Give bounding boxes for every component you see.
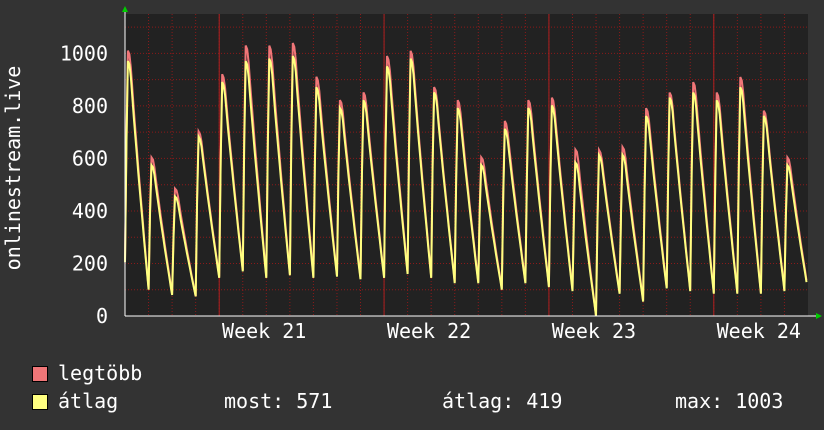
y-axis-arrow — [122, 6, 128, 12]
stat-now: most: 571 — [224, 389, 333, 413]
legend-swatch-max — [32, 366, 48, 382]
y-tick-label: 1000 — [60, 41, 108, 65]
x-tick-label: Week 24 — [717, 319, 801, 343]
x-tick-label: Week 22 — [387, 319, 471, 343]
legend-label-max: legtöbb — [58, 361, 143, 385]
y-tick-label: 400 — [72, 199, 108, 223]
x-axis-arrow — [816, 313, 822, 319]
y-ticks: 0 200 400 600 800 1000 — [60, 41, 108, 328]
legend-label-avg: átlag — [58, 389, 119, 413]
x-tick-label: Week 23 — [552, 319, 636, 343]
y-axis-label: onlinestream.live — [1, 66, 25, 271]
stat-max: max: 1003 — [675, 389, 784, 413]
x-tick-label: Week 21 — [222, 319, 306, 343]
chart: 02004006008001000 Week 21 Week 22 Week 23 W… — [1, 6, 822, 343]
x-ticks: Week 21 Week 22 Week 23 Week 24 — [222, 319, 801, 343]
y-tick-label: 200 — [72, 251, 108, 275]
y-tick-label: 600 — [72, 146, 108, 170]
y-tick-label: 0 — [96, 304, 108, 328]
legend-swatch-avg — [32, 394, 48, 410]
stat-average: átlag: 419 — [442, 389, 563, 413]
y-tick-label: 800 — [72, 94, 108, 118]
